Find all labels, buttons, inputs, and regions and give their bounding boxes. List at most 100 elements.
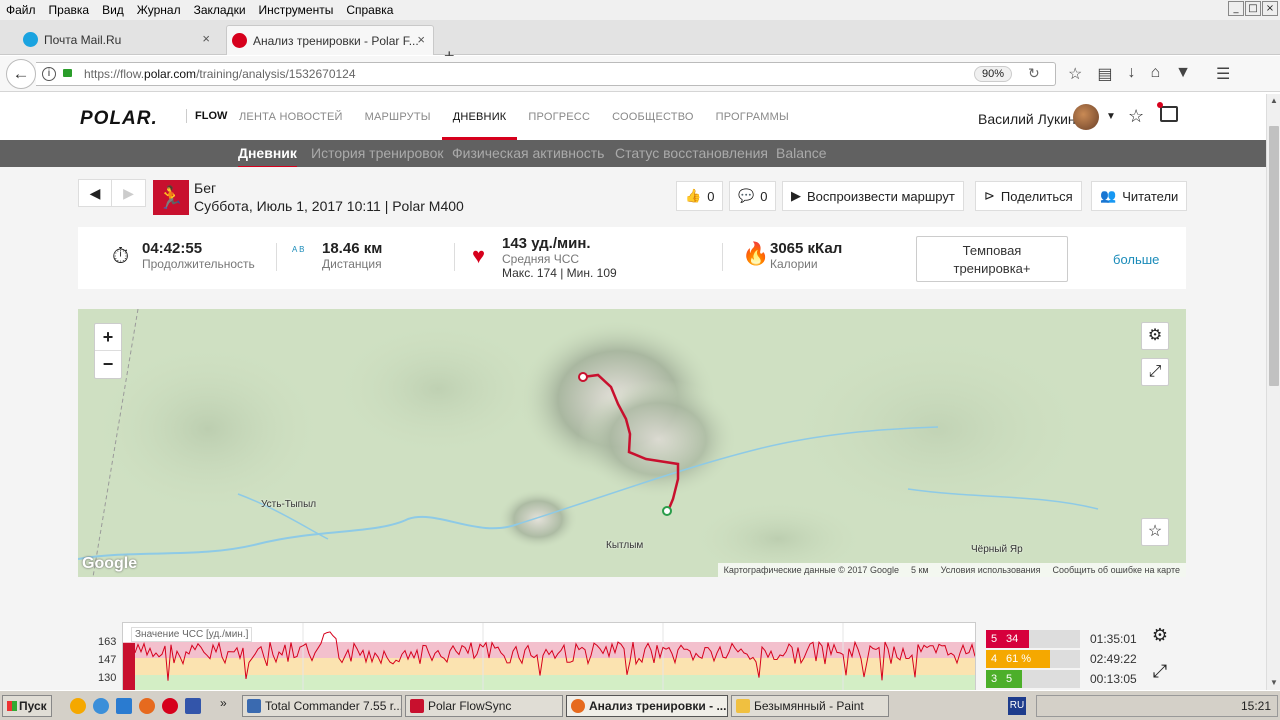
nav-diary[interactable]: ДНЕВНИК (441, 111, 518, 140)
map-star-icon[interactable]: ☆ (1141, 518, 1169, 546)
fullscreen-icon[interactable]: ⤢ (1141, 358, 1169, 386)
people-icon: 👥 (1100, 188, 1117, 203)
readers-button[interactable]: 👥 Читатели (1091, 181, 1188, 211)
chrome-icon[interactable] (93, 698, 109, 714)
nav-routes[interactable]: МАРШРУТЫ (354, 111, 442, 123)
task-firefox[interactable]: Анализ тренировки - ... (566, 695, 728, 717)
maximize-button[interactable]: □ (1245, 1, 1261, 16)
more-link[interactable]: больше (1113, 252, 1159, 267)
system-tray: 15:21 (1036, 695, 1278, 717)
tab-polar[interactable]: Анализ тренировки - Polar F... × (226, 25, 434, 55)
nav-progress[interactable]: ПРОГРЕСС (517, 111, 601, 123)
menu-file[interactable]: Файл (6, 3, 36, 17)
reading-list-icon[interactable]: ▤ (1097, 64, 1112, 84)
play-icon: ▶ (791, 188, 801, 203)
url-bar[interactable]: i https://flow.polar.com/training/analys… (36, 62, 1056, 86)
avatar[interactable] (1073, 104, 1099, 130)
save-icon[interactable] (185, 698, 201, 714)
like-button[interactable]: 👍 0 (676, 181, 724, 211)
menu-edit[interactable]: Правка (49, 3, 90, 17)
user-name[interactable]: Василий Лукин (978, 111, 1076, 127)
chevron-down-icon[interactable]: ▼ (1106, 111, 1116, 122)
info-icon[interactable]: i (42, 67, 56, 81)
subnav-recovery[interactable]: Статус восстановления (615, 145, 768, 161)
nav-programs[interactable]: ПРОГРАММЫ (705, 111, 800, 123)
tab-mail[interactable]: Почта Mail.Ru × (18, 25, 218, 55)
hr-zone-row: 534 % 01:35:01 (986, 630, 1137, 663)
share-label: Поделиться (1000, 188, 1073, 204)
report-error-link[interactable]: Сообщить об ошибке на карте (1053, 563, 1180, 577)
map-place-label: Кытлым (606, 540, 644, 551)
share-button[interactable]: ⊳ Поделиться (975, 181, 1082, 211)
more-chevron-icon[interactable]: » (220, 696, 227, 710)
firefox-icon[interactable] (139, 698, 155, 714)
comment-button[interactable]: 💬 0 (729, 181, 777, 211)
zone-fill: 5 % (1002, 670, 1022, 703)
menu-hamburger-icon[interactable]: ☰ (1216, 64, 1230, 84)
chart-settings-gear-icon[interactable]: ⚙ (1146, 622, 1174, 650)
menu-help[interactable]: Справка (346, 3, 393, 17)
zoom-in-button[interactable]: + (95, 324, 121, 351)
hr-zone-row: 4 61 % 02:49:22 (986, 650, 1137, 668)
nav-community[interactable]: СООБЩЕСТВО (601, 111, 705, 123)
duration-value: 04:42:55 (142, 240, 203, 257)
download-icon[interactable]: ↓ (1127, 64, 1135, 84)
zoom-level[interactable]: 90% (974, 66, 1012, 82)
scroll-up-icon[interactable]: ▲ (1267, 94, 1280, 108)
terms-link[interactable]: Условия использования (941, 563, 1041, 577)
chart-fullscreen-icon[interactable]: ⤢ (1146, 658, 1174, 686)
task-label: Безымянный - Paint (754, 699, 864, 713)
menu-tools[interactable]: Инструменты (259, 3, 334, 17)
heart-icon: ♥ (472, 243, 486, 268)
subnav-activity[interactable]: Физическая активность (452, 145, 604, 161)
quicklaunch-icon[interactable] (70, 698, 86, 714)
close-window-button[interactable]: × (1262, 1, 1278, 16)
back-button[interactable]: ← (6, 59, 36, 89)
y-tick-label: 163 (98, 636, 117, 648)
language-indicator[interactable]: RU (1008, 697, 1026, 715)
replay-route-button[interactable]: ▶ Воспроизвести маршрут (782, 181, 964, 211)
scroll-down-icon[interactable]: ▼ (1267, 676, 1280, 690)
minimize-button[interactable]: _ (1228, 1, 1244, 16)
tab-title: Анализ тренировки - Polar F... (253, 33, 419, 48)
nav-feed[interactable]: ЛЕНТА НОВОСТЕЙ (228, 111, 354, 123)
zone-bar: 5 % (1002, 670, 1080, 703)
next-session-button[interactable]: ▶ (112, 180, 145, 206)
share-icon: ⊳ (984, 188, 995, 203)
clock[interactable]: 15:21 (1241, 699, 1271, 713)
training-benefit-button[interactable]: Темповая тренировка+ (916, 236, 1068, 282)
pocket-icon[interactable]: ▼ (1175, 64, 1191, 84)
zoom-control: + − (94, 323, 122, 379)
close-tab-icon[interactable]: × (202, 31, 210, 46)
nav-bar: ← i https://flow.polar.com/training/anal… (0, 56, 1280, 92)
subnav-balance[interactable]: Balance (776, 145, 827, 161)
home-icon[interactable]: ⌂ (1150, 64, 1160, 84)
notifications-icon[interactable] (1157, 102, 1178, 122)
map-settings-gear-icon[interactable]: ⚙ (1141, 322, 1169, 350)
task-flowsync[interactable]: Polar FlowSync (405, 695, 563, 717)
opera-icon[interactable] (162, 698, 178, 714)
session-pager: ◀ ▶ (78, 179, 146, 207)
previous-session-button[interactable]: ◀ (79, 180, 113, 206)
hr-plot[interactable]: Значение ЧСС [уд./мин.] (122, 622, 976, 690)
menu-history[interactable]: Журнал (137, 3, 181, 17)
close-tab-icon[interactable]: × (417, 32, 425, 47)
zoom-out-button[interactable]: − (95, 351, 121, 378)
page-scrollbar[interactable]: ▲ ▼ (1266, 94, 1280, 690)
task-paint[interactable]: Безымянный - Paint (731, 695, 889, 717)
polar-logo[interactable]: POLAR. (80, 108, 158, 130)
menu-bookmarks[interactable]: Закладки (194, 3, 246, 17)
scroll-thumb[interactable] (1269, 126, 1279, 386)
route-map[interactable]: + − ⚙ ⤢ ☆ Усть-Тыпыл Кытлым Чёрный Яр Go… (78, 309, 1186, 577)
bookmark-star-icon[interactable]: ☆ (1068, 64, 1082, 84)
subnav-history[interactable]: История тренировок (311, 145, 443, 161)
favorites-star-icon[interactable]: ☆ (1128, 106, 1144, 127)
explorer-icon[interactable] (116, 698, 132, 714)
subnav-diary[interactable]: Дневник (238, 145, 297, 168)
menu-view[interactable]: Вид (102, 3, 124, 17)
task-total-commander[interactable]: Total Commander 7.55 r... (242, 695, 402, 717)
reload-icon[interactable]: ↻ (1028, 65, 1040, 82)
start-button[interactable]: Пуск (2, 695, 52, 717)
hr-value: 143 уд./мин. (502, 235, 591, 252)
main-nav: ЛЕНТА НОВОСТЕЙ МАРШРУТЫ ДНЕВНИК ПРОГРЕСС… (228, 111, 800, 140)
